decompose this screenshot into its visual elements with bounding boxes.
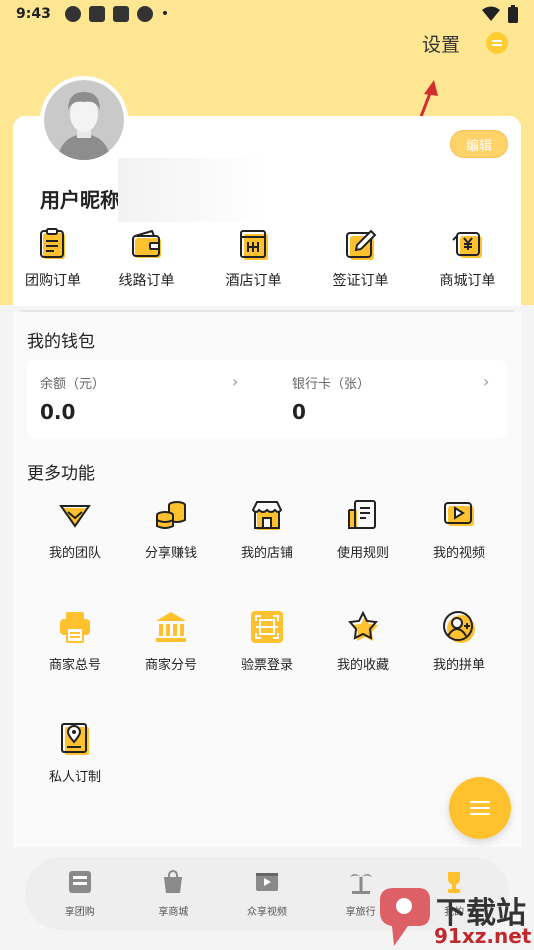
hotel-icon (239, 230, 268, 260)
func-my-team[interactable]: 我的团队 (27, 498, 123, 561)
orders-row: 团购订单 线路订单 酒店订单 签证订单 商城订单 (13, 228, 521, 290)
clipboard-icon (40, 228, 65, 259)
qr-scan-icon (251, 611, 283, 643)
func-label: 商家总号 (48, 658, 101, 673)
wifi-icon (482, 6, 500, 21)
balance-cell[interactable]: 余额（元） 0.0 › (27, 360, 267, 438)
shopping-bag-icon (164, 870, 183, 893)
status-bar: 9:43 • (0, 0, 534, 28)
bank-icon (156, 612, 186, 642)
user-plus-icon (443, 611, 475, 643)
order-mall[interactable]: 商城订单 (414, 228, 521, 290)
tab-videos[interactable]: 众享视频 (222, 869, 312, 918)
menu-icon (470, 801, 490, 803)
blurred-region (118, 158, 268, 222)
func-label: 私人订制 (48, 770, 101, 785)
floating-menu-button[interactable] (449, 777, 511, 839)
func-share-earn[interactable]: 分享赚钱 (123, 498, 219, 561)
func-usage-rules[interactable]: 使用规则 (315, 498, 411, 561)
bank-card-cell[interactable]: 银行卡（张） 0 › (279, 360, 519, 438)
printer-icon (60, 612, 90, 643)
func-label: 商家分号 (144, 658, 197, 673)
func-label: 我的收藏 (336, 658, 389, 673)
tab-group-buy[interactable]: 享团购 (35, 869, 125, 918)
menu-icon (470, 807, 490, 809)
tab-mall[interactable]: 享商城 (128, 869, 218, 918)
chevron-right-icon: › (232, 372, 239, 391)
order-label: 团购订单 (25, 273, 81, 289)
store-icon (251, 501, 283, 530)
func-private-custom[interactable]: 私人订制 (27, 722, 123, 785)
func-label: 分享赚钱 (144, 546, 197, 561)
notification-icon (136, 6, 153, 22)
order-hotel[interactable]: 酒店订单 (200, 228, 307, 290)
settings-button[interactable]: 设置 (422, 30, 460, 57)
func-my-favorites[interactable]: 我的收藏 (315, 610, 411, 673)
func-label: 使用规则 (336, 546, 389, 561)
notification-icon (64, 6, 81, 22)
group-buy-icon (68, 871, 91, 893)
star-icon (348, 610, 378, 641)
edit-profile-button[interactable]: 编辑 (450, 130, 508, 158)
order-label: 商城订单 (439, 273, 496, 289)
order-label: 线路订单 (118, 273, 175, 289)
wallet-title: 我的钱包 (27, 332, 95, 352)
notification-icon (88, 6, 105, 22)
palm-tree-icon (349, 874, 372, 894)
message-icon[interactable] (486, 32, 508, 54)
watermark-url: 91xz.net (434, 924, 532, 948)
func-label: 我的拼单 (432, 658, 485, 673)
bank-card-label: 银行卡（张） (292, 377, 371, 392)
status-time: 9:43 (16, 6, 51, 22)
avatar[interactable] (40, 76, 128, 164)
order-group-buy[interactable]: 团购订单 (13, 228, 93, 290)
battery-icon (508, 5, 518, 23)
func-label: 我的团队 (48, 546, 101, 561)
notification-icon (112, 6, 129, 22)
func-merchant-main[interactable]: 商家总号 (27, 610, 123, 673)
menu-icon (470, 813, 490, 815)
func-my-store[interactable]: 我的店铺 (219, 498, 315, 561)
func-my-group-orders[interactable]: 我的拼单 (411, 610, 507, 673)
tab-label: 享商城 (158, 907, 189, 918)
tab-label: 享团购 (64, 907, 95, 918)
diamond-icon (59, 505, 91, 528)
tab-label: 众享视频 (246, 907, 287, 918)
wallet-card: 余额（元） 0.0 › 银行卡（张） 0 › (27, 360, 507, 438)
edit-icon (345, 229, 376, 260)
functions-title: 更多功能 (27, 464, 95, 484)
func-my-videos[interactable]: 我的视频 (411, 498, 507, 561)
wallet-icon (131, 229, 161, 258)
chevron-right-icon: › (483, 372, 490, 391)
balance-label: 余额（元） (40, 377, 106, 392)
coins-icon (156, 501, 186, 529)
balance-value: 0.0 (40, 400, 76, 424)
document-icon (348, 500, 376, 529)
more-notifications-dot: • (160, 6, 170, 22)
order-label: 酒店订单 (225, 273, 282, 289)
video-icon (444, 502, 474, 526)
order-visa[interactable]: 签证订单 (307, 228, 414, 290)
order-label: 签证订单 (332, 273, 389, 289)
func-label: 验票登录 (240, 658, 293, 673)
user-nickname: 用户昵称 (40, 188, 120, 212)
func-ticket-login[interactable]: 验票登录 (219, 610, 315, 673)
func-merchant-branch[interactable]: 商家分号 (123, 610, 219, 673)
func-label: 我的视频 (432, 546, 485, 561)
map-book-icon (61, 723, 89, 755)
tab-label: 享旅行 (345, 907, 376, 918)
order-route[interactable]: 线路订单 (93, 228, 200, 290)
yen-exchange-icon (451, 232, 482, 258)
func-label: 我的店铺 (240, 546, 293, 561)
bank-card-value: 0 (292, 400, 306, 424)
film-icon (255, 873, 278, 891)
